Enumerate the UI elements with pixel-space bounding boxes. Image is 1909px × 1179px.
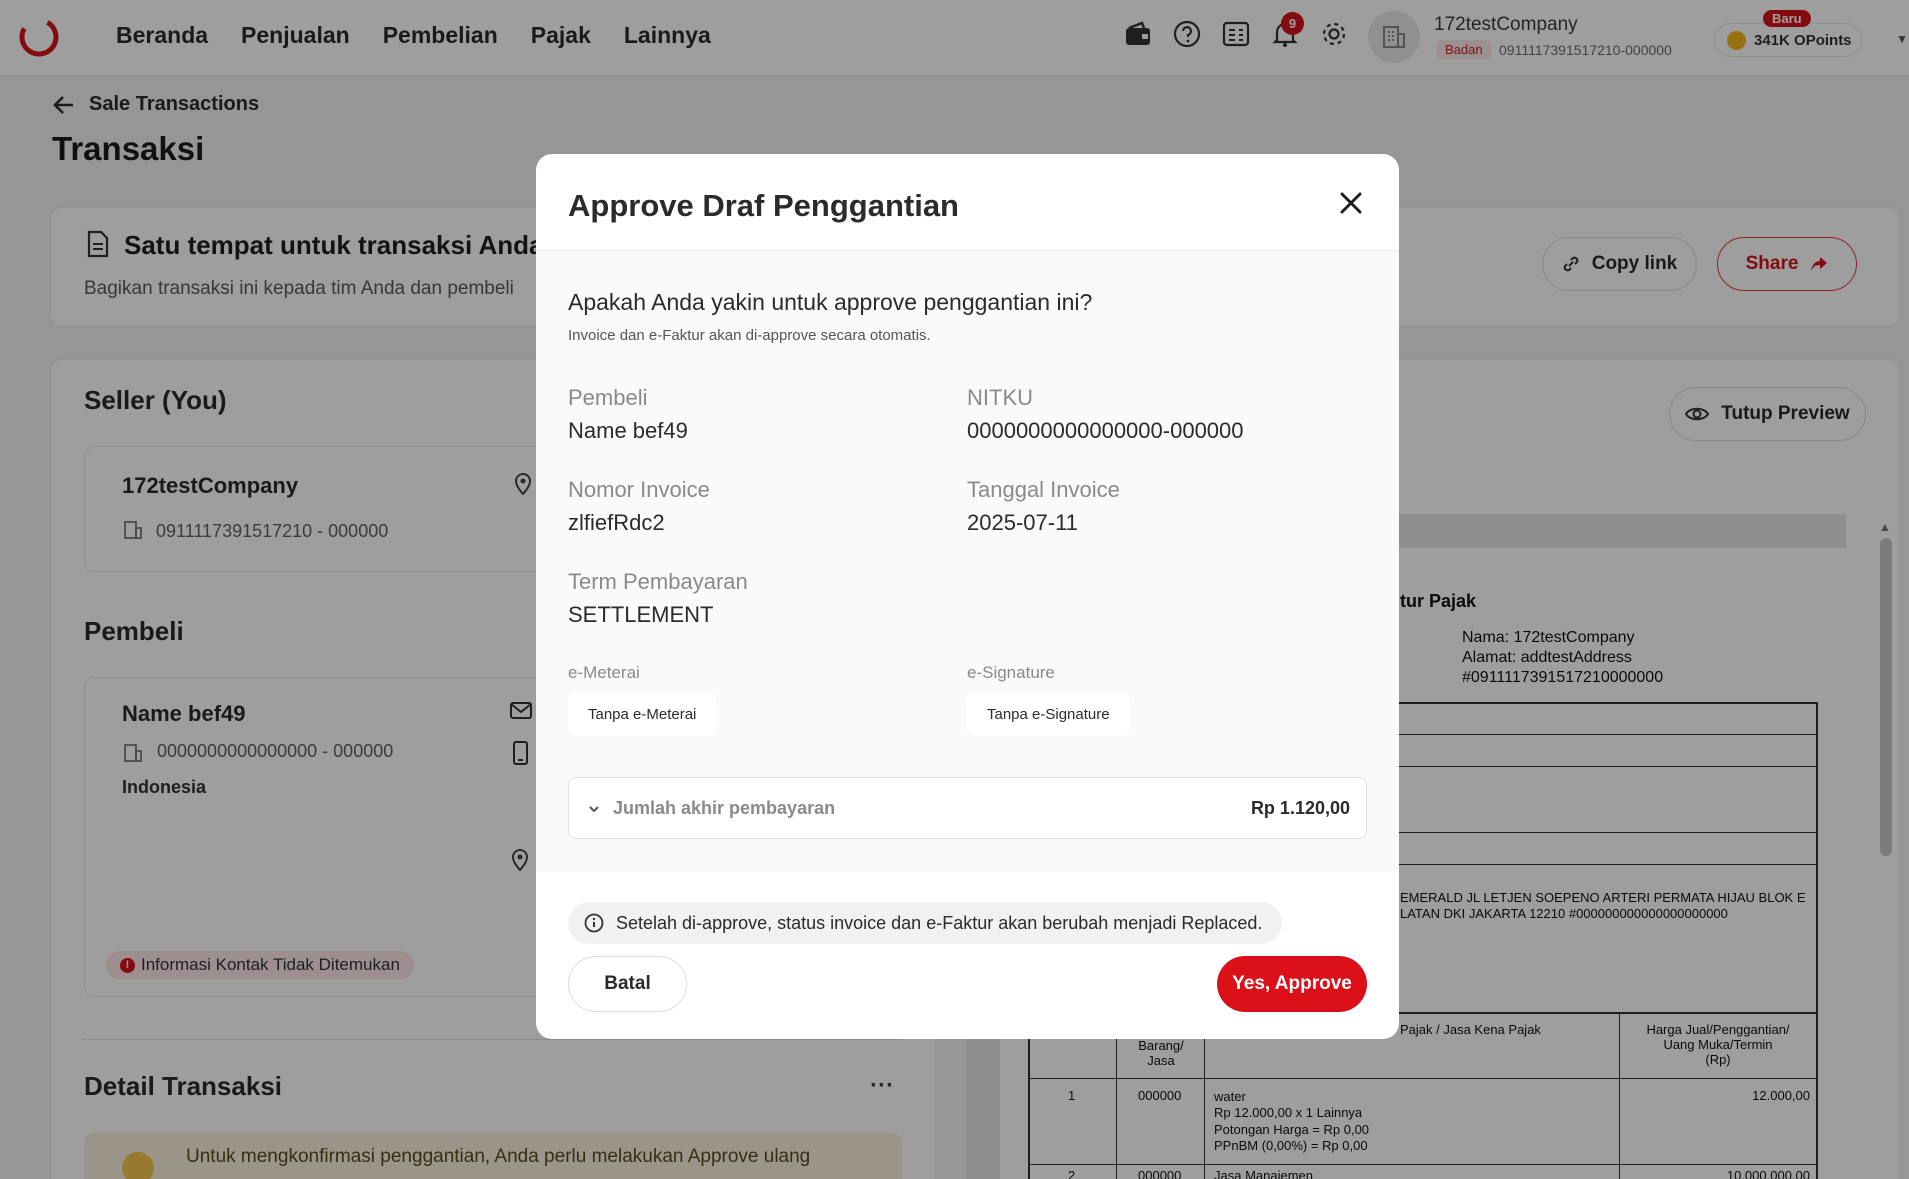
total-payment-accordion[interactable]: Jumlah akhir pembayaran Rp 1.120,00 [568, 777, 1367, 839]
replace-info: Setelah di-approve, status invoice dan e… [568, 902, 1283, 944]
cancel-button[interactable]: Batal [568, 956, 687, 1012]
total-payment-label: Jumlah akhir pembayaran [613, 798, 836, 818]
approve-button[interactable]: Yes, Approve [1217, 956, 1367, 1012]
dialog-question: Apakah Anda yakin untuk approve penggant… [568, 289, 1093, 315]
dialog-title: Approve Draf Penggantian [568, 188, 959, 223]
nitku-label: NITKU [967, 385, 1033, 410]
payment-term-value: SETTLEMENT [568, 602, 714, 627]
esignature-chip: Tanpa e-Signature [967, 693, 1130, 736]
buyer-value: Name bef49 [568, 418, 688, 443]
invoice-date-value: 2025-07-11 [967, 510, 1078, 535]
esignature-label: e-Signature [967, 663, 1055, 682]
info-icon [584, 913, 604, 933]
invoice-date-label: Tanggal Invoice [967, 477, 1120, 502]
invoice-number-value: zlfiefRdc2 [568, 510, 665, 535]
replace-info-text: Setelah di-approve, status invoice dan e… [616, 912, 1263, 933]
emeterai-label: e-Meterai [568, 663, 640, 682]
invoice-number-label: Nomor Invoice [568, 477, 710, 502]
dialog-header: Approve Draf Penggantian [536, 154, 1399, 251]
emeterai-chip: Tanpa e-Meterai [568, 693, 717, 736]
buyer-label: Pembeli [568, 385, 648, 410]
dialog-question-sub: Invoice dan e-Faktur akan di-approve sec… [568, 327, 931, 344]
close-icon[interactable] [1332, 184, 1370, 222]
payment-term-label: Term Pembayaran [568, 569, 748, 594]
approve-dialog: Approve Draf Penggantian Apakah Anda yak… [536, 154, 1399, 1039]
dialog-body: Apakah Anda yakin untuk approve penggant… [536, 251, 1399, 872]
total-payment-value: Rp 1.120,00 [1250, 798, 1350, 818]
nitku-value: 0000000000000000-000000 [967, 418, 1244, 443]
chevron-down-icon [589, 806, 599, 813]
